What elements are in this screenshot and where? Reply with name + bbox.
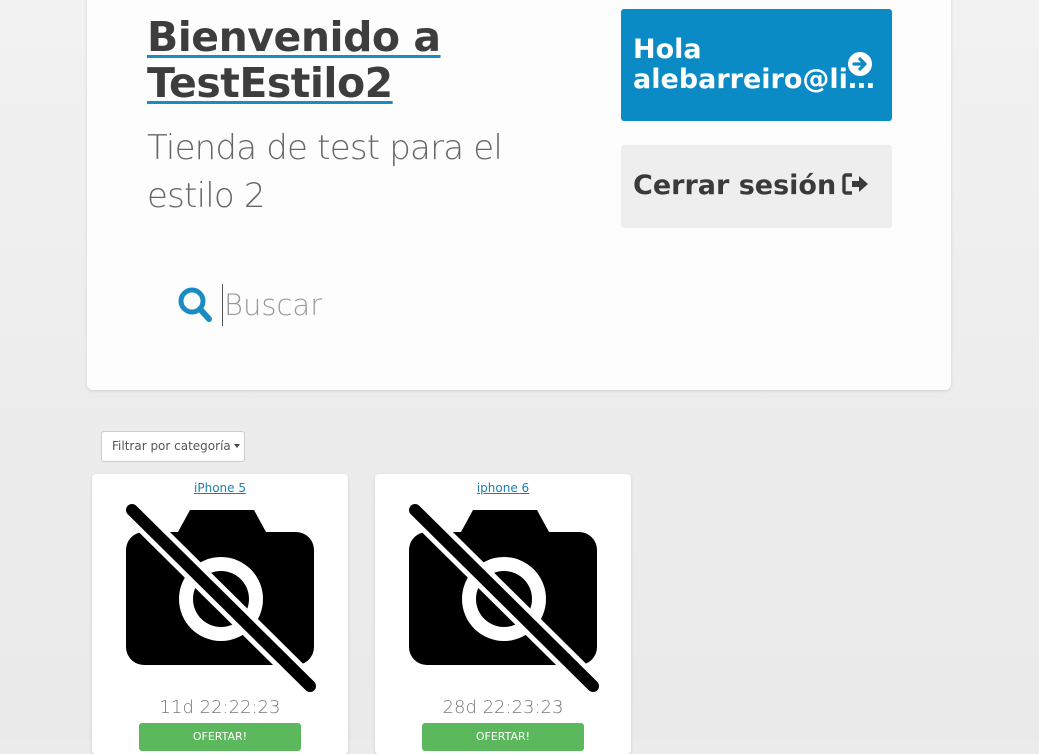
product-name-link[interactable]: iPhone 5 <box>92 481 348 495</box>
page-subtitle: Tienda de test para el estilo 2 <box>147 128 503 216</box>
product-card: iphone 6 28d 22:23:23 OFERTAR! <box>375 474 631 754</box>
sign-out-icon <box>842 173 869 195</box>
offer-button[interactable]: OFERTAR! <box>139 723 301 751</box>
user-account-button[interactable]: Hola alebarreiro@li... <box>621 9 892 121</box>
page-title[interactable]: Bienvenido a TestEstilo2 <box>147 14 587 106</box>
search-bar <box>177 284 777 326</box>
search-input[interactable] <box>222 284 744 326</box>
product-name-link[interactable]: iphone 6 <box>375 481 631 495</box>
product-card: iPhone 5 11d 22:22:23 OFERTAR! <box>92 474 348 754</box>
no-camera-icon <box>407 502 601 694</box>
search-icon[interactable] <box>177 286 213 324</box>
category-filter-label: Filtrar por categoría <box>112 439 231 453</box>
user-greeting: Hola <box>633 34 702 65</box>
auction-timer: 28d 22:23:23 <box>442 697 564 718</box>
offer-button[interactable]: OFERTAR! <box>422 723 584 751</box>
logout-button[interactable]: Cerrar sesión <box>621 145 892 228</box>
caret-down-icon <box>233 444 240 448</box>
category-filter-dropdown[interactable]: Filtrar por categoría <box>101 431 245 462</box>
no-camera-icon <box>124 502 318 694</box>
arrow-circle-right-icon <box>848 52 872 76</box>
logout-label: Cerrar sesión <box>633 170 837 201</box>
user-email: alebarreiro@li... <box>633 65 878 95</box>
auction-timer: 11d 22:22:23 <box>159 697 281 718</box>
